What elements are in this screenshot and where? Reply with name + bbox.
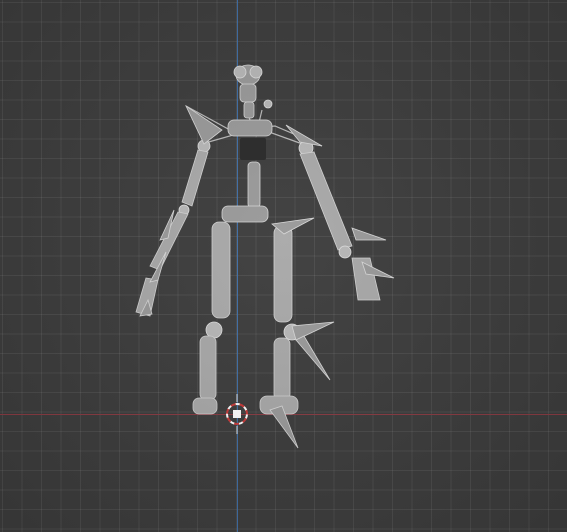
left-arm <box>135 139 211 317</box>
3d-viewport[interactable] <box>0 0 567 532</box>
torso <box>221 119 273 223</box>
left-leg <box>192 221 231 415</box>
skull-head <box>233 64 273 119</box>
3d-cursor-icon[interactable] <box>226 394 248 434</box>
right-leg <box>259 225 301 415</box>
right-arm <box>298 140 381 301</box>
skeleton-model[interactable] <box>0 0 567 532</box>
